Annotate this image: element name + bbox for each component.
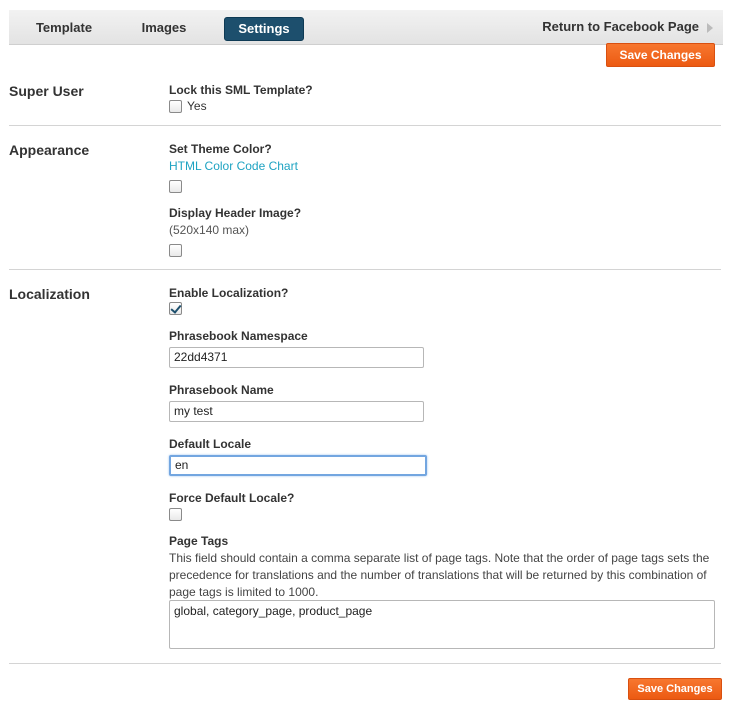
page-tags-textarea[interactable]: global, category_page, product_page (169, 600, 715, 649)
header-image-checkbox[interactable] (169, 244, 182, 257)
top-nav-bar: Template Images Settings Return to Faceb… (9, 10, 723, 45)
section-title-super-user: Super User (9, 83, 84, 99)
default-locale-input[interactable]: en (169, 455, 427, 476)
phrasebook-namespace-label: Phrasebook Namespace (169, 329, 308, 343)
force-default-locale-checkbox[interactable] (169, 508, 182, 521)
lock-template-checkbox[interactable] (169, 100, 182, 113)
section-divider (9, 269, 721, 270)
tab-images[interactable]: Images (126, 17, 202, 39)
enable-localization-checkbox[interactable] (169, 302, 182, 315)
force-default-locale-label: Force Default Locale? (169, 491, 295, 505)
default-locale-label: Default Locale (169, 437, 252, 451)
header-image-hint: (520x140 max) (169, 223, 250, 237)
arrow-right-icon (707, 22, 713, 33)
phrasebook-namespace-input[interactable]: 22dd4371 (169, 347, 424, 368)
header-image-label: Display Header Image? (169, 206, 302, 220)
section-title-appearance: Appearance (9, 142, 90, 158)
tab-template[interactable]: Template (25, 17, 103, 39)
save-changes-button-top[interactable]: Save Changes (606, 43, 715, 67)
lock-template-label: Lock this SML Template? (169, 83, 313, 97)
section-divider (9, 663, 721, 664)
tab-settings[interactable]: Settings (224, 17, 304, 41)
section-title-localization: Localization (9, 286, 90, 302)
page-tags-help-text: This field should contain a comma separa… (169, 551, 710, 599)
return-to-facebook-link[interactable]: Return to Facebook Page (542, 10, 713, 44)
save-changes-button-bottom[interactable]: Save Changes (628, 678, 722, 700)
phrasebook-name-input[interactable]: my test (169, 401, 424, 422)
theme-color-label: Set Theme Color? (169, 142, 272, 156)
lock-template-option-label: Yes (187, 99, 207, 113)
theme-color-checkbox[interactable] (169, 180, 182, 193)
section-divider (9, 125, 721, 126)
return-link-label: Return to Facebook Page (542, 19, 699, 34)
html-color-chart-link[interactable]: HTML Color Code Chart (169, 159, 298, 173)
enable-localization-label: Enable Localization? (169, 286, 289, 300)
phrasebook-name-label: Phrasebook Name (169, 383, 274, 397)
page-tags-label: Page Tags (169, 534, 229, 548)
